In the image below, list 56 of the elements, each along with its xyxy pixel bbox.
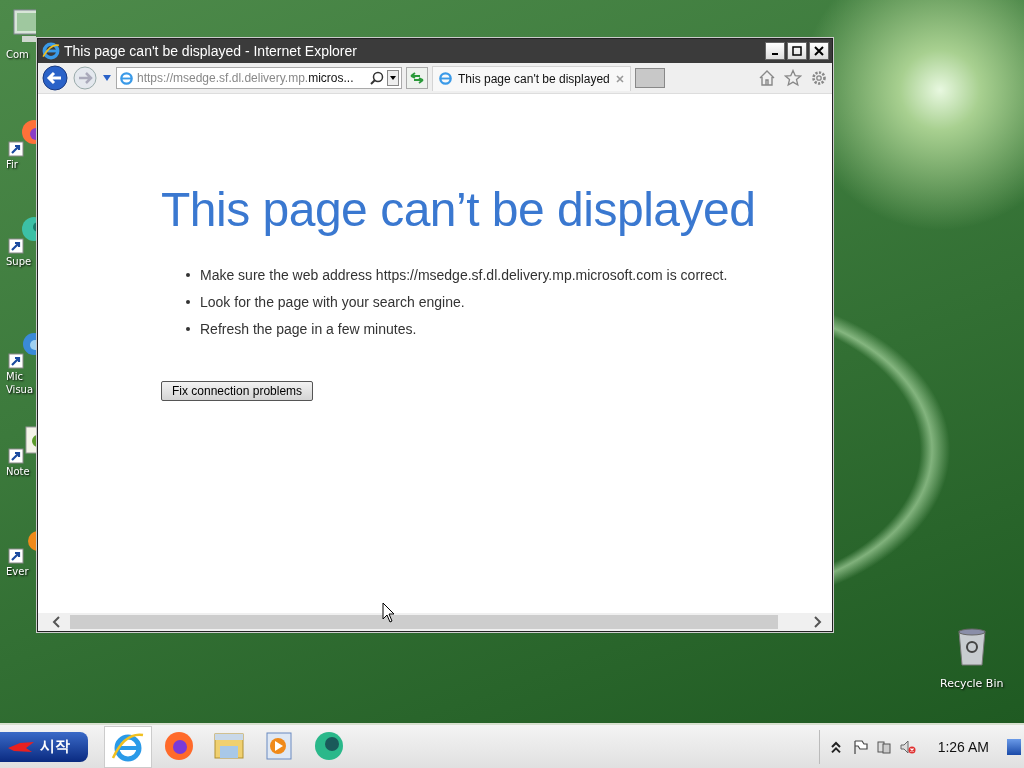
bullet-icon bbox=[186, 327, 190, 331]
network-icon[interactable] bbox=[875, 738, 892, 755]
start-logo-icon bbox=[6, 739, 36, 754]
start-button[interactable]: 시작 bbox=[0, 731, 88, 762]
address-bar[interactable]: https://msedge.sf.dl.delivery.mp.micros... bbox=[116, 67, 402, 89]
new-tab-button[interactable] bbox=[634, 68, 665, 88]
desktop-icon-label: Fir bbox=[6, 158, 18, 171]
e-logo-icon bbox=[438, 71, 453, 86]
suggestion-text: Look for the page with your search engine. bbox=[200, 294, 465, 310]
desktop-icon-label: Note bbox=[6, 465, 30, 478]
window-title: This page can't be displayed - Internet Explorer bbox=[64, 43, 357, 59]
desktop-icon-label: Supe bbox=[6, 255, 32, 268]
speaker-muted-icon[interactable] bbox=[899, 738, 916, 755]
minimize-button[interactable] bbox=[765, 42, 785, 60]
back-button[interactable] bbox=[42, 65, 68, 91]
minimize-icon bbox=[772, 53, 778, 55]
trash-can-icon[interactable] bbox=[955, 625, 988, 669]
bullet-icon bbox=[186, 273, 190, 277]
flag-icon[interactable] bbox=[851, 738, 868, 755]
desktop-icon-label: Ever bbox=[6, 565, 29, 578]
desktop-icon-label: Recycle Bin bbox=[940, 677, 1004, 690]
home-icon[interactable] bbox=[758, 69, 776, 87]
scroll-right-icon[interactable] bbox=[812, 616, 822, 628]
settings-icon[interactable] bbox=[810, 69, 828, 87]
dropdown-button[interactable] bbox=[387, 70, 399, 86]
scroll-thumb[interactable] bbox=[70, 615, 778, 629]
close-button[interactable] bbox=[809, 42, 829, 60]
show-desktop-button[interactable] bbox=[1007, 738, 1021, 755]
search-icon[interactable] bbox=[370, 71, 384, 85]
maximize-icon bbox=[792, 46, 802, 56]
mouse-pointer-icon bbox=[382, 602, 396, 624]
error-heading: This page can’t be displayed bbox=[161, 182, 757, 237]
taskbar-app-button[interactable] bbox=[104, 725, 152, 768]
app-icon[interactable] bbox=[8, 118, 36, 158]
notepad-icon[interactable] bbox=[8, 425, 36, 465]
desktop-icon-label: Mic bbox=[6, 370, 23, 383]
app-icon[interactable] bbox=[8, 215, 36, 255]
e-logo-icon bbox=[119, 70, 134, 86]
maximize-button[interactable] bbox=[787, 42, 807, 60]
star-icon[interactable] bbox=[784, 69, 802, 87]
close-tab-icon[interactable] bbox=[614, 73, 625, 84]
e-logo-icon bbox=[42, 42, 60, 60]
bullet-icon bbox=[186, 300, 190, 304]
app-icon[interactable] bbox=[8, 330, 36, 370]
horizontal-scrollbar[interactable] bbox=[38, 613, 832, 631]
fix-connection-button[interactable]: Fix connection problems bbox=[161, 381, 314, 401]
desktop-icon-label: Com bbox=[6, 48, 29, 61]
desktop-icon-label: Visua bbox=[6, 383, 34, 396]
suggestion-text: Refresh the page in a few minutes. bbox=[200, 321, 417, 337]
close-icon bbox=[814, 46, 824, 56]
dropdown-arrow-icon[interactable] bbox=[102, 74, 112, 82]
scroll-left-icon[interactable] bbox=[52, 616, 62, 628]
clock[interactable]: 1:26 AM bbox=[937, 738, 989, 755]
browser-tab[interactable]: This page can't be displayed bbox=[432, 65, 631, 91]
suggestion-text: Make sure the web address https://msedge.sf.dl.delivery.mp.microsoft.com is correct. bbox=[200, 267, 728, 283]
refresh-button[interactable] bbox=[406, 67, 428, 89]
